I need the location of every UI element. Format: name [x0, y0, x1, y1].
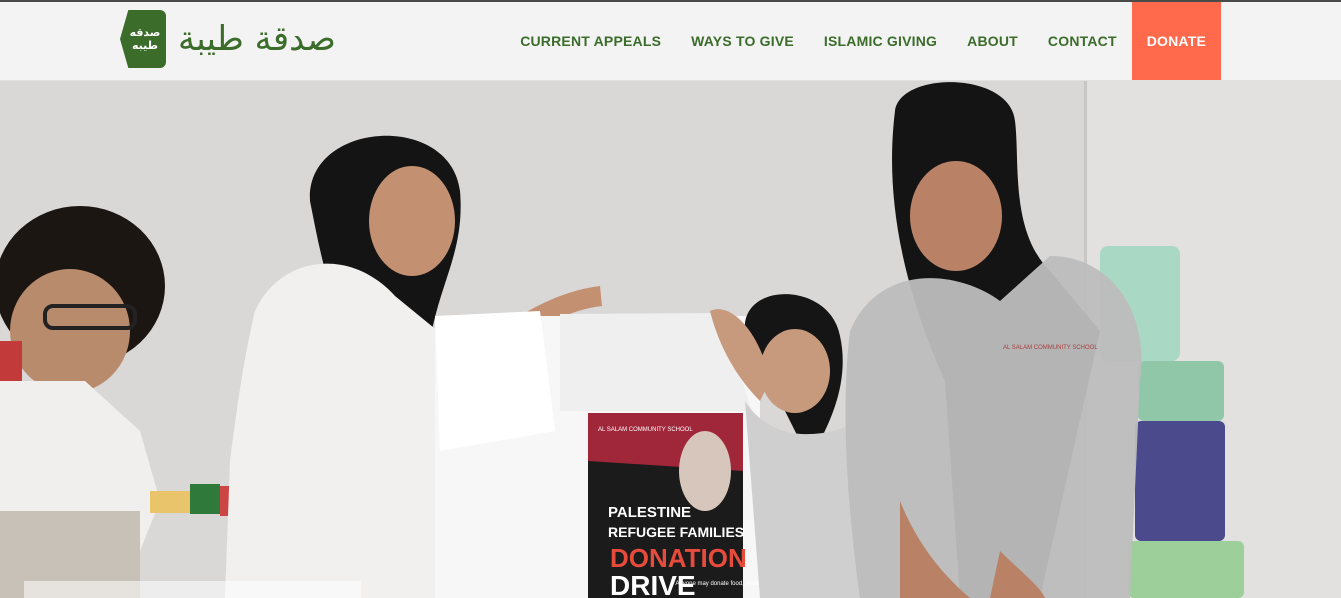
- hero-photo-illustration: AL SALAM COMMUNITY SCHOOL PALESTINE REFU…: [0, 81, 1341, 598]
- hero-image: AL SALAM COMMUNITY SCHOOL PALESTINE REFU…: [0, 81, 1341, 598]
- site-header: صدقه طيبه صدقة طيبة Current Appeals Ways…: [0, 2, 1341, 81]
- logo-wordmark: صدقة طيبة: [178, 19, 336, 59]
- nav-islamic-giving[interactable]: Islamic Giving: [809, 2, 952, 80]
- nav-about[interactable]: About: [952, 2, 1033, 80]
- nav-current-appeals[interactable]: Current Appeals: [505, 2, 676, 80]
- sweatshirt-logo: AL SALAM COMMUNITY SCHOOL: [1003, 345, 1098, 351]
- poster-line1: PALESTINE: [608, 504, 691, 521]
- donate-button[interactable]: Donate: [1131, 2, 1221, 80]
- poster-line2: REFUGEE FAMILIES: [608, 524, 744, 540]
- poster-line3: DONATION: [610, 543, 747, 573]
- nav-ways-to-give[interactable]: Ways to Give: [676, 2, 809, 80]
- nav-contact[interactable]: Contact: [1033, 2, 1132, 80]
- site-logo[interactable]: صدقه طيبه صدقة طيبة: [120, 10, 336, 68]
- logo-badge: صدقه طيبه: [120, 10, 166, 68]
- main-nav: Current Appeals Ways to Give Islamic Giv…: [505, 2, 1221, 80]
- poster-school: AL SALAM COMMUNITY SCHOOL: [598, 427, 693, 433]
- hero-caption-box: [24, 581, 361, 598]
- logo-badge-line2: طيبه: [131, 39, 158, 52]
- logo-badge-line1: صدقه: [129, 26, 161, 39]
